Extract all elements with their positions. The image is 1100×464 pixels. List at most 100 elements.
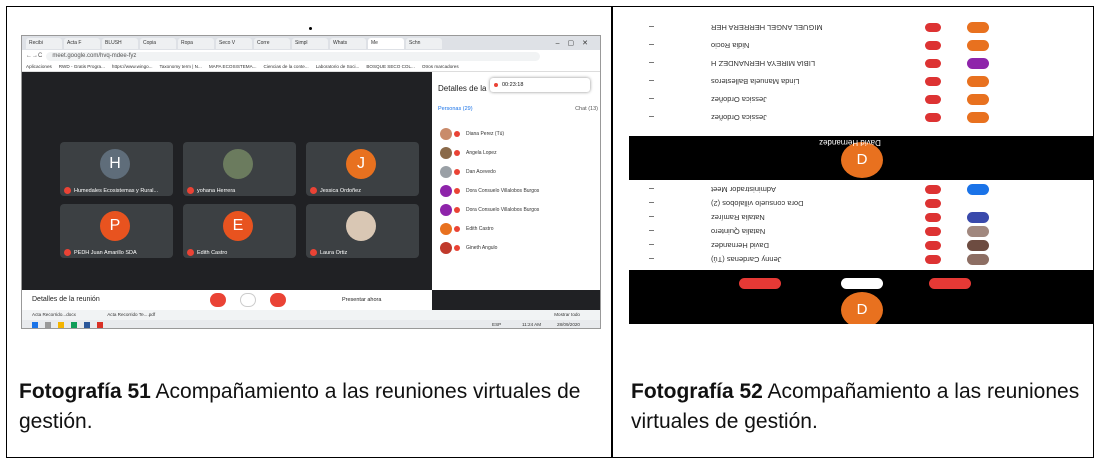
clock: 11:24 AM: [522, 322, 542, 327]
participant-name: Laura Ortiz: [310, 249, 347, 256]
participant-tile[interactable]: J Jessica Ordoñez: [306, 142, 419, 196]
search-icon[interactable]: [45, 322, 51, 328]
browser-tab[interactable]: Simpl: [292, 37, 328, 49]
avatar: [967, 240, 989, 251]
participant-tile[interactable]: Laura Ortiz: [306, 204, 419, 258]
mic-muted-icon: [925, 77, 941, 86]
participant-name: David Hernandez: [819, 138, 881, 147]
bookmark-item[interactable]: Laboratorio de Soci...: [316, 64, 360, 69]
mic-muted-icon: [187, 249, 194, 256]
more-icon[interactable]: [649, 258, 654, 261]
bookmark-item[interactable]: MAPA ECOSISTEMA...: [209, 64, 257, 69]
avatar: D: [841, 142, 883, 178]
bookmark-item[interactable]: Ciencias de la conte...: [263, 64, 308, 69]
browser-tab[interactable]: Schn: [406, 37, 442, 49]
hang-up-button[interactable]: [841, 278, 883, 289]
mic-muted-icon: [925, 41, 941, 50]
mic-muted-icon: [310, 187, 317, 194]
more-icon[interactable]: [649, 244, 654, 247]
browser-tab[interactable]: Me: [368, 37, 404, 49]
mic-muted-icon: [454, 244, 460, 251]
participant-tile[interactable]: E Edith Castro: [183, 204, 296, 258]
list-item[interactable]: Jessica Ordoñez: [629, 92, 1093, 108]
list-item[interactable]: Nidia Rocio: [629, 38, 1093, 54]
camera-off-button[interactable]: [929, 278, 971, 289]
more-icon[interactable]: [649, 116, 654, 119]
list-item[interactable]: Diana Perez (Tú): [440, 124, 590, 143]
hang-up-button[interactable]: [240, 293, 256, 307]
more-icon[interactable]: [649, 230, 654, 233]
bookmark-item[interactable]: Aplicaciones: [26, 64, 52, 69]
window-controls[interactable]: –▢✕: [556, 39, 600, 47]
more-icon[interactable]: [649, 80, 654, 83]
bookmark-item[interactable]: Otros marcadores: [422, 64, 459, 69]
mic-muted-icon: [925, 95, 941, 104]
url-field[interactable]: meet.google.com/hvq-mdee-fyz: [46, 51, 540, 61]
taskbar-icons[interactable]: [32, 322, 103, 328]
bookmark-item[interactable]: BOSQUE SECO COL...: [366, 64, 415, 69]
browser-tab[interactable]: Whats: [330, 37, 366, 49]
meeting-details-button[interactable]: Detalles de la reunión: [32, 296, 100, 303]
avatar: [967, 76, 989, 87]
list-item[interactable]: Dora Consuelo Villalobos Burgos: [440, 181, 590, 200]
show-all-button[interactable]: Mostrar todo: [554, 310, 580, 320]
meeting-details-panel: Detalles de la 00:23:18 Personas (29) Ch…: [432, 72, 600, 290]
person-name: Jessica Ordoñez: [711, 113, 767, 122]
more-icon[interactable]: [649, 26, 654, 29]
tab-people[interactable]: Personas (29): [438, 106, 473, 116]
bookmark-item[interactable]: RWD - Gratis Progra...: [59, 64, 105, 69]
participant-tile[interactable]: yohana Herrera: [183, 142, 296, 196]
person-name: Natalia Ramírez: [711, 213, 765, 222]
mic-off-button[interactable]: [739, 278, 781, 289]
download-item[interactable]: Acta Recorrido Te....pdf: [107, 312, 155, 317]
browser-tab[interactable]: Recibi: [26, 37, 62, 49]
list-item[interactable]: Dora Consuelo Villalobos Burgos: [440, 200, 590, 219]
more-icon[interactable]: [649, 98, 654, 101]
browser-tab[interactable]: Corre: [254, 37, 290, 49]
word-icon[interactable]: [84, 322, 90, 328]
list-item[interactable]: LIBIA MIREYA HERNANDEZ H: [629, 56, 1093, 72]
bookmark-item[interactable]: https://www.wingo...: [112, 64, 153, 69]
participant-tile[interactable]: P PEDH Juan Amarillo SDA: [60, 204, 173, 258]
bookmark-item[interactable]: Taxonomy term | N...: [160, 64, 202, 69]
chrome-icon[interactable]: [71, 322, 77, 328]
list-item[interactable]: Linda Manuela Ballesteros: [629, 74, 1093, 90]
browser-tab[interactable]: Ropa: [178, 37, 214, 49]
camera-off-button[interactable]: [270, 293, 286, 307]
nav-arrows-icon[interactable]: ←→C: [26, 53, 42, 59]
list-item[interactable]: Jessica Ordoñez: [629, 110, 1093, 126]
list-item[interactable]: Jenny Cardenas (Tú): [629, 252, 1093, 268]
download-item[interactable]: Acta Recorrido...docx: [32, 312, 76, 317]
start-icon[interactable]: [32, 322, 38, 328]
more-icon[interactable]: [649, 202, 654, 205]
more-icon[interactable]: [649, 44, 654, 47]
mic-muted-icon: [454, 206, 460, 213]
avatar: [223, 149, 253, 179]
mic-muted-icon: [310, 249, 317, 256]
browser-tab[interactable]: Copia: [140, 37, 176, 49]
mic-off-button[interactable]: [210, 293, 226, 307]
address-bar: ←→C meet.google.com/hvq-mdee-fyz: [22, 50, 600, 62]
browser-tab[interactable]: BLUSH: [102, 37, 138, 49]
list-item[interactable]: Angela Lopez: [440, 143, 590, 162]
more-icon[interactable]: [649, 188, 654, 191]
list-item[interactable]: Gineth Angulo: [440, 238, 590, 257]
list-item[interactable]: MIGUEL ANGEL HERRERA HER: [629, 20, 1093, 36]
mic-muted-icon: [454, 149, 460, 156]
present-now-button[interactable]: Presentar ahora: [342, 290, 381, 310]
more-icon[interactable]: [649, 62, 654, 65]
tab-chat[interactable]: Chat (13): [575, 106, 598, 116]
list-item[interactable]: Edith Castro: [440, 219, 590, 238]
person-name: Dora consuelo villalobos (2): [711, 199, 804, 208]
folder-icon[interactable]: [58, 322, 64, 328]
participant-tile[interactable]: H Humedales Ecosistemas y Rural...: [60, 142, 173, 196]
browser-tab[interactable]: Acta F: [64, 37, 100, 49]
list-item[interactable]: Dan Acevedo: [440, 162, 590, 181]
mic-muted-icon: [64, 187, 71, 194]
pdf-icon[interactable]: [97, 322, 103, 328]
avatar: [440, 203, 452, 216]
avatar: [967, 40, 989, 51]
participant-list-top: MIGUEL ANGEL HERRERA HER Nidia Rocio LIBIA…: [629, 10, 1093, 136]
browser-tab[interactable]: Seco V: [216, 37, 252, 49]
more-icon[interactable]: [649, 216, 654, 219]
